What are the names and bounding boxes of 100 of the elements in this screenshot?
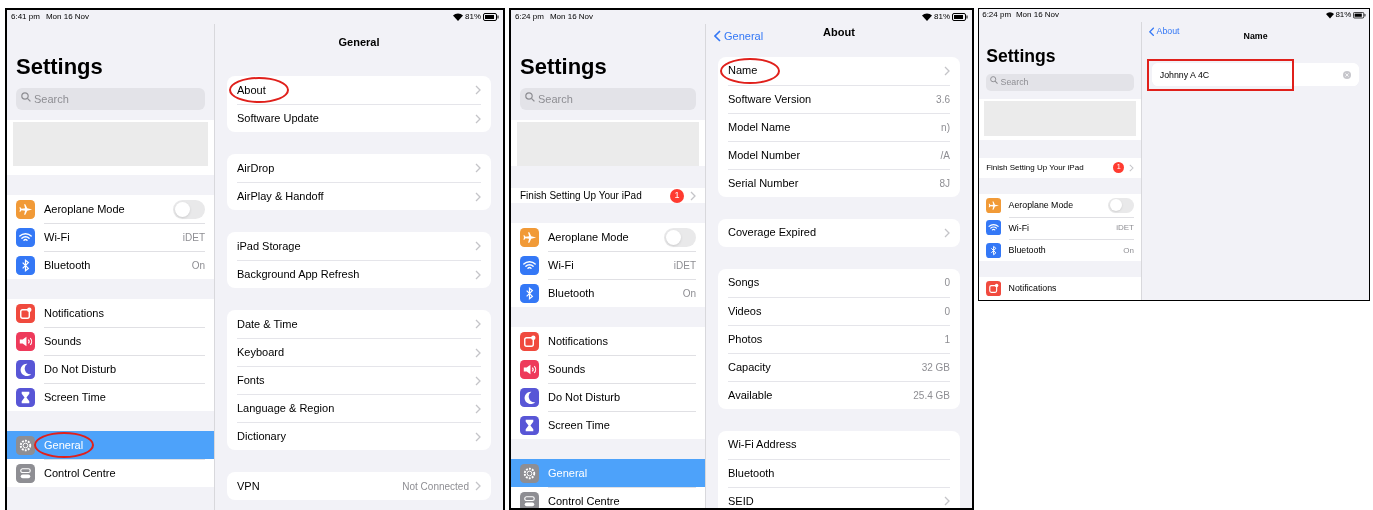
settings-row[interactable]: Coverage Expired [718,218,960,247]
page-title: About [823,25,855,40]
setting-value: 8J [939,176,950,191]
setting-value: /A [940,148,950,163]
settings-row[interactable]: Software Update [227,104,491,132]
settings-row[interactable]: Bluetooth [718,458,960,487]
setting-value: 3.6 [936,92,950,107]
clear-icon [1343,70,1352,79]
settings-row[interactable]: Photos 1 [718,324,960,353]
settings-row[interactable]: AirPlay & Handoff [227,182,491,210]
back-chevron-icon [1148,26,1155,37]
settings-row[interactable]: Fonts [227,366,491,394]
status-date: Mon 16 Nov [549,11,594,23]
sidebar-item[interactable]: Do Not Disturb [7,355,214,383]
battery-icon [952,13,968,21]
back-button[interactable]: About [1148,25,1180,39]
setting-value: iDET [182,231,205,245]
setting-value: 1 [944,332,950,347]
sidebar-item[interactable]: Notifications [979,277,1142,300]
sidebar-item[interactable]: Sounds [7,327,214,355]
settings-row[interactable]: Software Version 3.6 [718,84,960,113]
setting-value: On [682,287,696,301]
setup-row[interactable]: Finish Setting Up Your iPad 1 [511,188,705,203]
sidebar-item[interactable]: Screen Time [511,411,705,439]
settings-row[interactable]: Available 25.4 GB [718,380,960,409]
battery-icon [1353,12,1366,19]
wifi-signal-icon [922,13,932,21]
search-icon [990,76,999,85]
settings-row[interactable]: Serial Number 8J [718,168,960,197]
back-chevron-icon [714,30,721,43]
status-date: Mon 16 Nov [1015,9,1060,22]
settings-row[interactable]: Model Number /A [718,140,960,169]
toggle-switch[interactable] [1108,197,1134,213]
settings-row[interactable]: Keyboard [227,338,491,366]
settings-row[interactable]: VPN Not Connected [227,472,491,500]
sidebar-item[interactable]: Bluetooth On [7,251,214,279]
status-time: 6:41 pm [11,11,40,23]
battery-icon [483,13,499,21]
settings-row[interactable]: Videos 0 [718,296,960,325]
settings-row[interactable]: Date & Time [227,310,491,338]
wifi-signal-icon [453,13,463,21]
search-field[interactable]: Search [16,88,205,110]
battery-percent: 81% [465,11,481,23]
setup-label: Finish Setting Up Your iPad [986,161,1085,174]
sidebar-title: Settings [985,44,1057,67]
toggle-switch[interactable] [173,199,205,219]
settings-row[interactable]: Songs 0 [718,268,960,297]
search-field[interactable]: Search [520,88,696,110]
setting-value: iDET [673,259,696,273]
sidebar-item[interactable]: Aeroplane Mode [511,223,705,251]
sidebar-item[interactable]: Wi-Fi iDET [979,216,1142,239]
setting-value: iDET [1116,222,1134,235]
sidebar-item[interactable]: Aeroplane Mode [979,194,1142,217]
search-icon [21,92,31,102]
settings-row[interactable]: SEID [718,486,960,508]
settings-row[interactable]: Name [718,56,960,85]
toggle-switch[interactable] [664,227,696,247]
setting-value: Not Connected [402,479,469,494]
status-date: Mon 16 Nov [45,11,90,23]
settings-row[interactable]: Background App Refresh [227,260,491,288]
settings-row[interactable]: AirDrop [227,154,491,182]
sidebar-item[interactable]: Notifications [7,299,214,327]
status-time: 6:24 pm [515,11,544,23]
settings-row[interactable]: Language & Region [227,394,491,422]
sidebar-item[interactable]: Do Not Disturb [511,383,705,411]
settings-row[interactable]: Dictionary [227,422,491,450]
setting-value: n) [941,120,950,135]
sidebar-item[interactable]: Control Centre [7,459,214,487]
search-field[interactable]: Search [986,73,1134,92]
sidebar-title: Settings [15,53,104,80]
settings-row[interactable]: Wi-Fi Address [718,430,960,459]
sidebar-item[interactable]: Screen Time [7,383,214,411]
settings-row[interactable]: Capacity 32 GB [718,352,960,381]
setup-row[interactable]: Finish Setting Up Your iPad 1 [979,157,1142,179]
sidebar-title: Settings [519,53,608,80]
sidebar-item[interactable]: Wi-Fi iDET [7,223,214,251]
settings-row[interactable]: iPad Storage [227,232,491,260]
notification-badge: 1 [1113,162,1125,174]
sidebar-item[interactable]: Notifications [511,327,705,355]
search-icon [525,92,535,102]
sidebar-item[interactable]: Wi-Fi iDET [511,251,705,279]
sidebar-item[interactable]: Sounds [511,355,705,383]
setting-value: On [1123,244,1134,257]
chevron-icon [690,190,696,201]
sidebar-item[interactable]: Bluetooth On [511,279,705,307]
notification-badge: 1 [670,188,684,203]
setting-value: 0 [944,304,950,319]
sidebar-item[interactable]: Bluetooth On [979,239,1142,262]
sidebar-item[interactable]: Aeroplane Mode [7,195,214,223]
sidebar-item[interactable]: Control Centre [511,487,705,508]
back-button[interactable]: General [714,28,764,45]
setting-value: 25.4 GB [913,388,950,403]
page-title: General [338,34,380,50]
setting-value: 0 [944,276,950,290]
settings-row[interactable]: Model Name n) [718,112,960,141]
battery-percent: 81% [934,11,950,23]
status-time: 6:24 pm [982,9,1012,22]
settings-row[interactable]: About [227,76,491,104]
battery-percent: 81% [1335,9,1352,22]
wifi-signal-icon [1325,12,1334,19]
